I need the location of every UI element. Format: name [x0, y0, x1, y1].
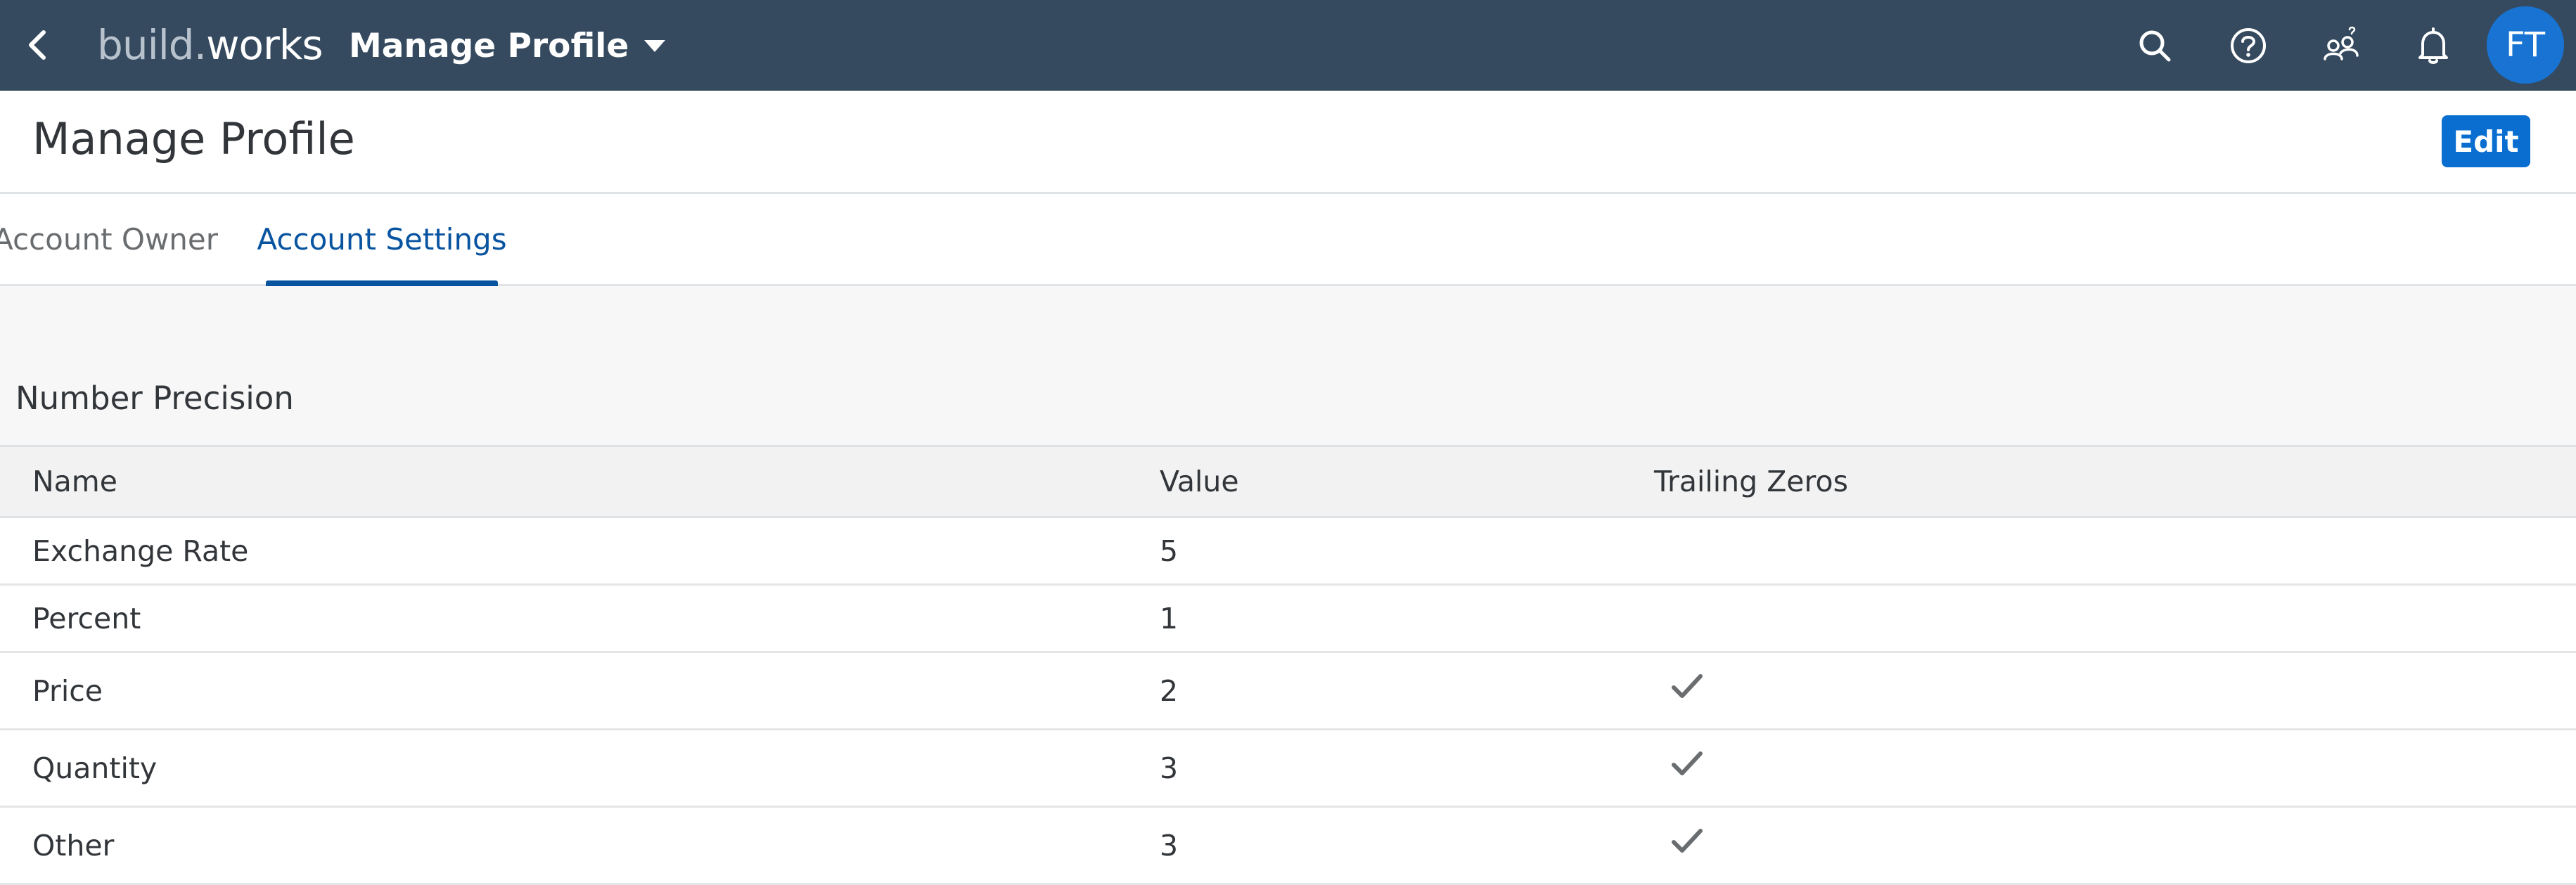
table-row[interactable]: Quantity 3 [0, 730, 2576, 808]
checkmark-icon [1672, 828, 1703, 853]
row-value: 3 [1160, 828, 1179, 863]
row-value: 2 [1160, 673, 1179, 708]
table-header-row: Name Value Trailing Zeros [0, 447, 2576, 518]
row-name: Other [32, 828, 115, 863]
help-icon[interactable] [2225, 22, 2271, 69]
column-header-trailing-zeros: Trailing Zeros [1654, 465, 1848, 498]
row-name: Exchange Rate [32, 534, 249, 568]
back-arrow-icon[interactable] [21, 22, 55, 67]
row-name: Price [32, 673, 103, 708]
number-precision-table: Name Value Trailing Zeros Exchange Rate … [0, 445, 2576, 885]
trailing-zeros-cell [1654, 808, 1703, 883]
bell-icon[interactable] [2410, 22, 2456, 69]
page-title: Manage Profile [32, 113, 355, 164]
table-row[interactable]: Other 3 [0, 808, 2576, 885]
user-avatar[interactable]: FT [2487, 6, 2564, 84]
app-logo[interactable]: build.works [97, 20, 323, 70]
content-area: Number Precision Name Value Trailing Zer… [0, 286, 2576, 885]
shell-bar: build.works Manage Profile FT [0, 0, 2576, 91]
logo-part-1: build. [97, 21, 207, 69]
user-group-icon[interactable] [2318, 22, 2364, 69]
checkmark-icon [1672, 751, 1703, 775]
column-header-name: Name [32, 465, 117, 498]
edit-button[interactable]: Edit [2442, 115, 2530, 167]
row-name: Quantity [32, 751, 158, 785]
checkmark-icon [1672, 673, 1703, 698]
search-icon[interactable] [2132, 22, 2178, 69]
row-value: 5 [1160, 534, 1179, 568]
trailing-zeros-cell [1654, 730, 1703, 806]
row-name: Percent [32, 601, 141, 635]
row-value: 1 [1160, 601, 1179, 635]
section-title: Number Precision [15, 380, 294, 417]
page-header: Manage Profile Edit [0, 91, 2576, 194]
app-title-menu[interactable]: Manage Profile [349, 21, 667, 70]
tab-bar: Account Owner Account Settings [0, 194, 2576, 286]
column-header-value: Value [1160, 465, 1239, 498]
trailing-zeros-cell [1654, 653, 1703, 728]
logo-part-2: works [206, 21, 323, 69]
tab-account-settings[interactable]: Account Settings [257, 194, 507, 286]
tab-account-owner[interactable]: Account Owner [0, 194, 218, 284]
table-row[interactable]: Percent 1 [0, 586, 2576, 653]
caret-down-icon [644, 40, 666, 52]
table-row[interactable]: Exchange Rate 5 [0, 518, 2576, 586]
app-title-label: Manage Profile [349, 26, 629, 65]
row-value: 3 [1160, 751, 1179, 785]
table-row[interactable]: Price 2 [0, 653, 2576, 730]
